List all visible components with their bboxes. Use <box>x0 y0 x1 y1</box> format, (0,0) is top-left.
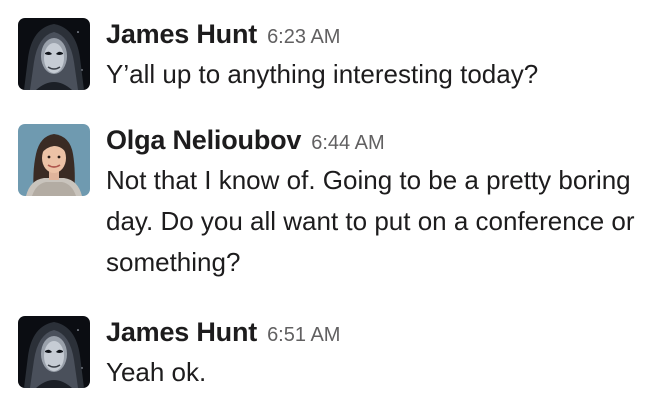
message-meta: James Hunt 6:51 AM <box>106 314 646 350</box>
avatar[interactable] <box>18 18 90 90</box>
message-thread: James Hunt 6:23 AM Y’all up to anything i… <box>0 0 664 406</box>
author-name[interactable]: Olga Nelioubov <box>106 125 301 155</box>
message-content: James Hunt 6:23 AM Y’all up to anything i… <box>106 16 646 95</box>
message-text: Y’all up to anything interesting today? <box>106 59 539 89</box>
timestamp[interactable]: 6:23 AM <box>267 26 340 48</box>
timestamp[interactable]: 6:44 AM <box>311 132 384 154</box>
dark-hooded-figure-avatar-icon <box>18 18 90 90</box>
message-text: Yeah ok. <box>106 357 207 387</box>
woman-portrait-avatar-icon <box>18 124 90 196</box>
message-meta: James Hunt 6:23 AM <box>106 16 646 52</box>
message-text: Not that I know of. Going to be a pretty… <box>106 165 635 277</box>
avatar[interactable] <box>18 316 90 388</box>
message-content: James Hunt 6:51 AM Yeah ok. <box>106 314 646 393</box>
author-name[interactable]: James Hunt <box>106 19 257 49</box>
dark-hooded-figure-avatar-icon <box>18 316 90 388</box>
message-content: Olga Nelioubov 6:44 AM Not that I know of… <box>106 122 646 283</box>
author-name[interactable]: James Hunt <box>106 317 257 347</box>
timestamp[interactable]: 6:51 AM <box>267 324 340 346</box>
avatar[interactable] <box>18 124 90 196</box>
message-meta: Olga Nelioubov 6:44 AM <box>106 122 646 158</box>
